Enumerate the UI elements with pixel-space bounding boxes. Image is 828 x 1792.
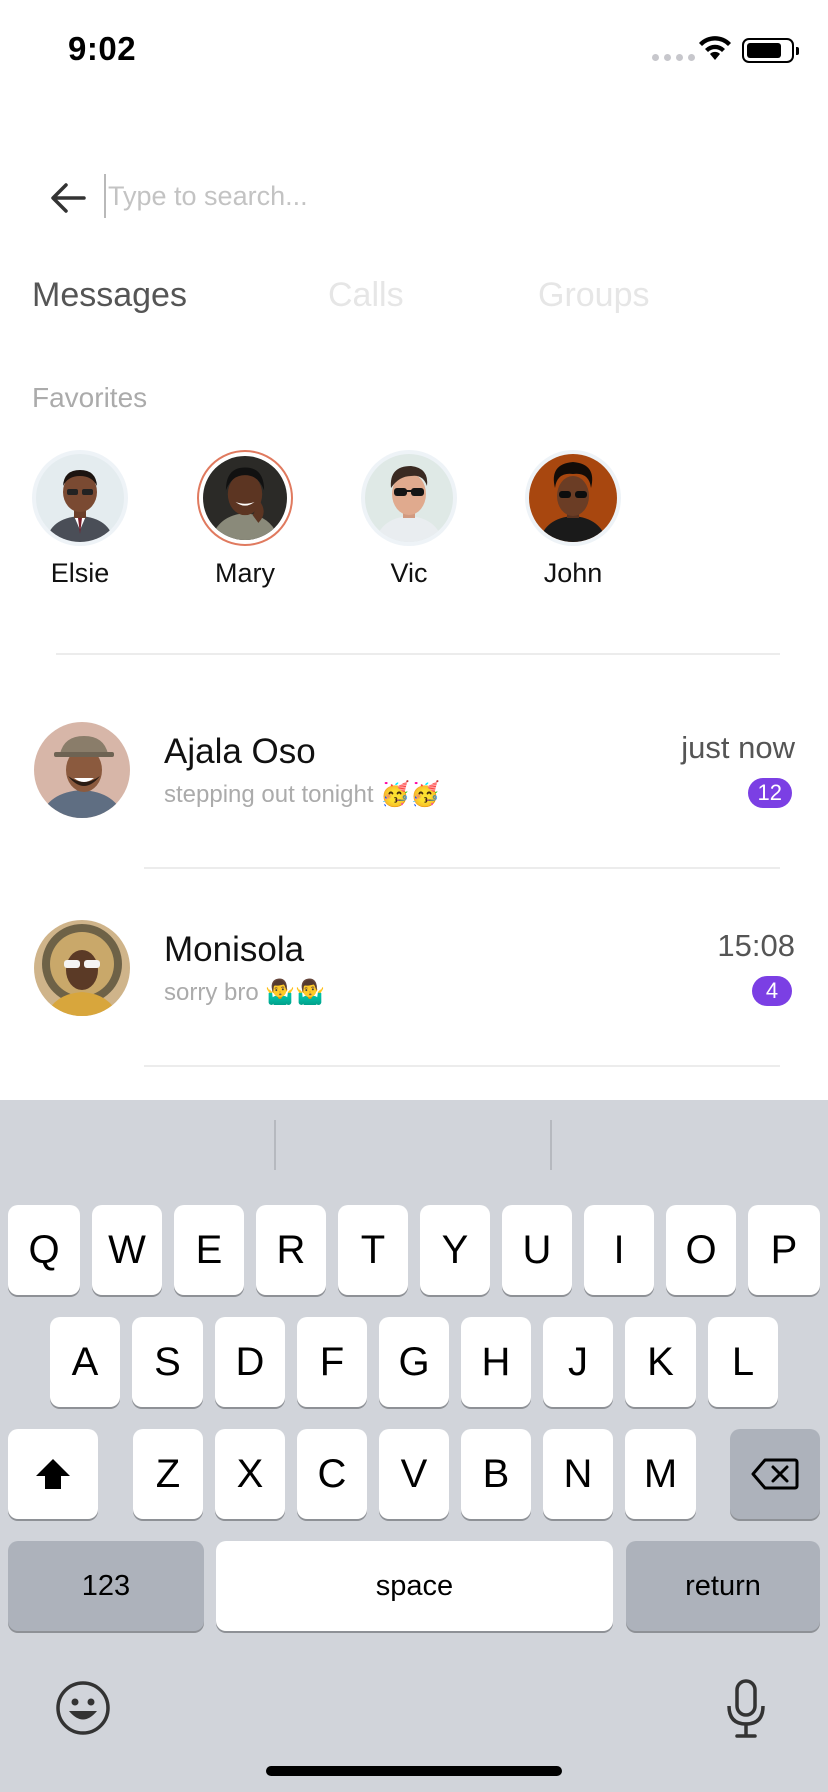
- key-n[interactable]: N: [543, 1429, 613, 1519]
- emoji-icon[interactable]: [55, 1680, 111, 1736]
- key-w[interactable]: W: [92, 1205, 162, 1295]
- avatar: [34, 920, 130, 1016]
- key-u[interactable]: U: [502, 1205, 572, 1295]
- battery-icon: [742, 38, 799, 63]
- space-key[interactable]: space: [216, 1541, 613, 1631]
- key-a[interactable]: A: [50, 1317, 120, 1407]
- unread-badge: 4: [752, 976, 792, 1006]
- key-j[interactable]: J: [543, 1317, 613, 1407]
- favorite-name: Vic: [390, 558, 428, 588]
- favorite-name: Mary: [215, 558, 275, 588]
- favorite-name: John: [543, 558, 603, 588]
- avatar: [34, 722, 130, 818]
- chat-timestamp: just now: [681, 730, 795, 765]
- favorites-heading: Favorites: [32, 382, 148, 413]
- key-i[interactable]: I: [584, 1205, 654, 1295]
- key-v[interactable]: V: [379, 1429, 449, 1519]
- favorites-list: Elsie Mary Vic John: [0, 450, 828, 600]
- key-r[interactable]: R: [256, 1205, 326, 1295]
- numbers-key[interactable]: 123: [8, 1541, 204, 1631]
- chat-timestamp: 15:08: [717, 928, 795, 963]
- chat-row[interactable]: Ajala Oso stepping out tonight 🥳🥳 just n…: [0, 722, 828, 842]
- key-h[interactable]: H: [461, 1317, 531, 1407]
- shift-key[interactable]: [8, 1429, 98, 1519]
- microphone-icon[interactable]: [726, 1678, 766, 1740]
- suggestion-divider: [550, 1120, 552, 1170]
- row-divider: [144, 867, 780, 869]
- avatar-ring: [32, 450, 128, 546]
- key-k[interactable]: K: [625, 1317, 696, 1407]
- tab-bar: Messages Calls Groups: [0, 276, 828, 326]
- favorite-contact[interactable]: Elsie: [20, 450, 140, 589]
- avatar: [203, 456, 287, 540]
- key-d[interactable]: D: [215, 1317, 285, 1407]
- tab-messages[interactable]: Messages: [32, 276, 187, 315]
- status-bar: 9:02: [0, 0, 828, 100]
- avatar: [529, 454, 617, 542]
- avatar: [365, 454, 453, 542]
- favorite-contact[interactable]: Vic: [349, 450, 469, 589]
- favorite-contact[interactable]: Mary: [185, 450, 305, 589]
- suggestion-divider: [274, 1120, 276, 1170]
- favorite-contact[interactable]: John: [513, 450, 633, 589]
- chat-contact-name: Ajala Oso: [164, 732, 316, 771]
- avatar: [36, 454, 124, 542]
- key-c[interactable]: C: [297, 1429, 367, 1519]
- home-indicator: [266, 1766, 562, 1776]
- chat-contact-name: Monisola: [164, 930, 305, 969]
- avatar-ring: [197, 450, 293, 546]
- key-s[interactable]: S: [132, 1317, 203, 1407]
- key-o[interactable]: O: [666, 1205, 736, 1295]
- search-input[interactable]: [104, 174, 794, 218]
- backspace-key[interactable]: [730, 1429, 820, 1519]
- wifi-icon: [699, 36, 731, 60]
- key-g[interactable]: G: [379, 1317, 449, 1407]
- back-arrow-icon[interactable]: [48, 180, 88, 216]
- key-p[interactable]: P: [748, 1205, 820, 1295]
- chat-row[interactable]: Monisola sorry bro 🤷‍♂️🤷‍♂️ 15:08 4: [0, 920, 828, 1040]
- backspace-icon: [751, 1458, 799, 1490]
- tab-calls[interactable]: Calls: [328, 276, 404, 315]
- status-time: 9:02: [68, 30, 137, 67]
- key-l[interactable]: L: [708, 1317, 778, 1407]
- key-y[interactable]: Y: [420, 1205, 490, 1295]
- tab-groups[interactable]: Groups: [538, 276, 650, 315]
- row-divider: [144, 1065, 780, 1067]
- search-bar: [0, 160, 828, 232]
- key-q[interactable]: Q: [8, 1205, 80, 1295]
- key-t[interactable]: T: [338, 1205, 408, 1295]
- avatar-ring: [525, 450, 621, 546]
- key-m[interactable]: M: [625, 1429, 696, 1519]
- key-b[interactable]: B: [461, 1429, 531, 1519]
- keyboard: Q W E R T Y U I O P A S D F G H J K L Z …: [0, 1100, 828, 1792]
- key-e[interactable]: E: [174, 1205, 244, 1295]
- cellular-signal-icon: [652, 54, 695, 61]
- chat-last-message: sorry bro 🤷‍♂️🤷‍♂️: [164, 979, 326, 1006]
- avatar-ring: [361, 450, 457, 546]
- section-divider: [56, 653, 780, 655]
- shift-icon: [36, 1459, 70, 1489]
- chat-last-message: stepping out tonight 🥳🥳: [164, 781, 440, 808]
- key-x[interactable]: X: [215, 1429, 285, 1519]
- key-z[interactable]: Z: [133, 1429, 203, 1519]
- key-f[interactable]: F: [297, 1317, 367, 1407]
- favorite-name: Elsie: [50, 558, 110, 588]
- return-key[interactable]: return: [626, 1541, 820, 1631]
- unread-badge: 12: [747, 778, 792, 808]
